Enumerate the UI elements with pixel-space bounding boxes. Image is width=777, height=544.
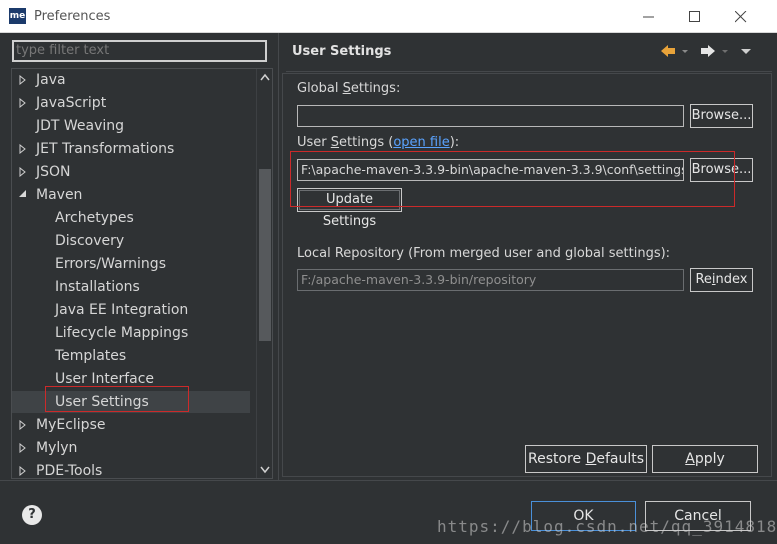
tree-item-label: Errors/Warnings <box>55 256 166 272</box>
local-repository-input: F:/apache-maven-3.3.9-bin/repository <box>297 269 684 291</box>
tree-item[interactable]: Java EE Integration <box>12 299 250 321</box>
close-icon <box>735 11 747 23</box>
apply-button[interactable]: Apply <box>652 445 758 473</box>
maximize-button[interactable] <box>672 0 718 33</box>
highlight-box-tree <box>45 386 189 412</box>
right-panel: User Settings Global Settings: Browse...… <box>280 33 777 480</box>
tree-item-label: JSON <box>36 164 71 180</box>
tree-item[interactable]: Errors/Warnings <box>12 253 250 275</box>
scroll-thumb[interactable] <box>259 169 271 341</box>
title-separator <box>286 71 772 72</box>
tree-item[interactable]: JavaScript <box>12 92 250 114</box>
tree-item[interactable]: Mylyn <box>12 437 250 459</box>
tree-item[interactable]: Templates <box>12 345 250 367</box>
view-menu-icon[interactable] <box>740 43 752 59</box>
restore-defaults-button[interactable]: Restore Defaults <box>525 445 647 473</box>
collapsed-arrow-icon[interactable] <box>19 167 27 177</box>
tree-item[interactable]: Lifecycle Mappings <box>12 322 250 344</box>
tree-item-label: Java EE Integration <box>55 302 189 318</box>
tree-item[interactable]: JET Transformations <box>12 138 250 160</box>
collapsed-arrow-icon[interactable] <box>19 98 27 108</box>
minimize-button[interactable] <box>626 0 672 33</box>
tree-item-label: Lifecycle Mappings <box>55 325 189 341</box>
open-file-link[interactable]: open file <box>393 135 449 150</box>
tree-item-label: Archetypes <box>55 210 134 226</box>
tree-item-label: Mylyn <box>36 440 78 456</box>
window-title: Preferences <box>34 9 111 24</box>
global-browse-button[interactable]: Browse... <box>690 104 753 128</box>
tree-item-label: MyEclipse <box>36 417 106 433</box>
tree-item-label: JavaScript <box>36 95 107 111</box>
filter-input[interactable]: type filter text <box>12 40 267 62</box>
tree-item[interactable]: PDE-Tools <box>12 460 250 479</box>
left-panel: type filter text PDE-Tools Mylyn MyEclipse… <box>8 33 276 480</box>
tree-item-label: PDE-Tools <box>36 463 103 479</box>
tree-item-label: JDT Weaving <box>36 118 125 134</box>
highlight-box-settings <box>290 151 735 207</box>
collapsed-arrow-icon[interactable] <box>19 443 27 453</box>
collapsed-arrow-icon[interactable] <box>19 466 27 476</box>
collapsed-arrow-icon[interactable] <box>19 144 27 154</box>
tree-item-label: Java <box>36 72 66 88</box>
close-button[interactable] <box>718 0 764 33</box>
back-dropdown-icon[interactable] <box>681 43 689 59</box>
tree-item-label: Maven <box>36 187 83 203</box>
tree-item[interactable]: Maven <box>12 184 250 206</box>
tree-item-label: Installations <box>55 279 140 295</box>
forward-dropdown-icon[interactable] <box>721 43 729 59</box>
collapsed-arrow-icon[interactable] <box>19 75 27 85</box>
expanded-arrow-icon[interactable] <box>19 190 27 200</box>
back-arrow-icon[interactable] <box>660 43 676 59</box>
tree-item[interactable]: Installations <box>12 276 250 298</box>
maximize-icon <box>689 11 700 22</box>
app-logo-icon: me <box>9 8 26 24</box>
tree-item[interactable]: JSON <box>12 161 250 183</box>
panel-divider[interactable] <box>278 33 279 480</box>
tree-item[interactable]: Archetypes <box>12 207 250 229</box>
scroll-down-icon[interactable] <box>260 466 270 474</box>
dialog-button-bar: ? OK Cancel https://blog.csdn.net/qq_391… <box>0 480 777 544</box>
tree-item-label: Templates <box>55 348 127 364</box>
forward-arrow-icon[interactable] <box>700 43 716 59</box>
title-bar: me Preferences <box>0 0 777 33</box>
tree-item-label: Discovery <box>55 233 125 249</box>
page-title: User Settings <box>292 44 392 59</box>
reindex-button[interactable]: Reindex <box>690 268 753 292</box>
local-repository-label: Local Repository (From merged user and g… <box>297 246 671 261</box>
help-icon[interactable]: ? <box>22 505 42 525</box>
watermark-text: https://blog.csdn.net/qq_39148187 <box>437 517 777 536</box>
preference-tree: PDE-Tools Mylyn MyEclipse User Settings User… <box>11 68 273 479</box>
tree-item[interactable]: Java <box>12 69 250 91</box>
tree-item-label: JET Transformations <box>36 141 175 157</box>
tree-item[interactable]: MyEclipse <box>12 414 250 436</box>
tree-scrollbar[interactable] <box>256 69 272 478</box>
tree-item[interactable]: Discovery <box>12 230 250 252</box>
scroll-up-icon[interactable] <box>260 73 270 81</box>
collapsed-arrow-icon[interactable] <box>19 420 27 430</box>
tree-item[interactable]: JDT Weaving <box>12 115 250 137</box>
user-settings-label: User Settings (open file): <box>297 135 460 150</box>
global-settings-input[interactable] <box>297 105 684 127</box>
minimize-icon <box>643 16 654 18</box>
global-settings-label: Global Settings: <box>297 81 401 96</box>
